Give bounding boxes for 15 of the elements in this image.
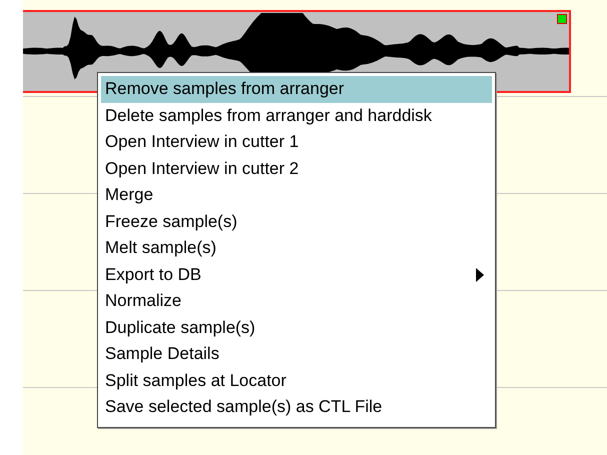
menu-item[interactable]: Open Interview in cutter 1 [101,129,492,156]
menu-item[interactable]: Remove samples from arranger [101,76,492,102]
menu-item[interactable]: Duplicate sample(s) [101,314,492,341]
menu-item[interactable]: Normalize [101,288,492,314]
menu-item[interactable]: Save selected sample(s) as CTL File [101,394,492,420]
menu-item[interactable]: Freeze sample(s) [101,208,492,235]
resize-handle[interactable] [557,14,567,24]
menu-item[interactable]: Split samples at Locator [101,368,492,394]
menu-item[interactable]: Export to DB [101,262,492,288]
menu-item[interactable]: Sample Details [101,341,492,368]
menu-item[interactable]: Open Interview in cutter 2 [101,156,492,182]
submenu-arrow-icon [476,268,484,282]
menu-item[interactable]: Delete samples from arranger and harddisk [101,102,492,129]
menu-item[interactable]: Melt sample(s) [101,235,492,262]
menu-item[interactable]: Merge [101,182,492,208]
